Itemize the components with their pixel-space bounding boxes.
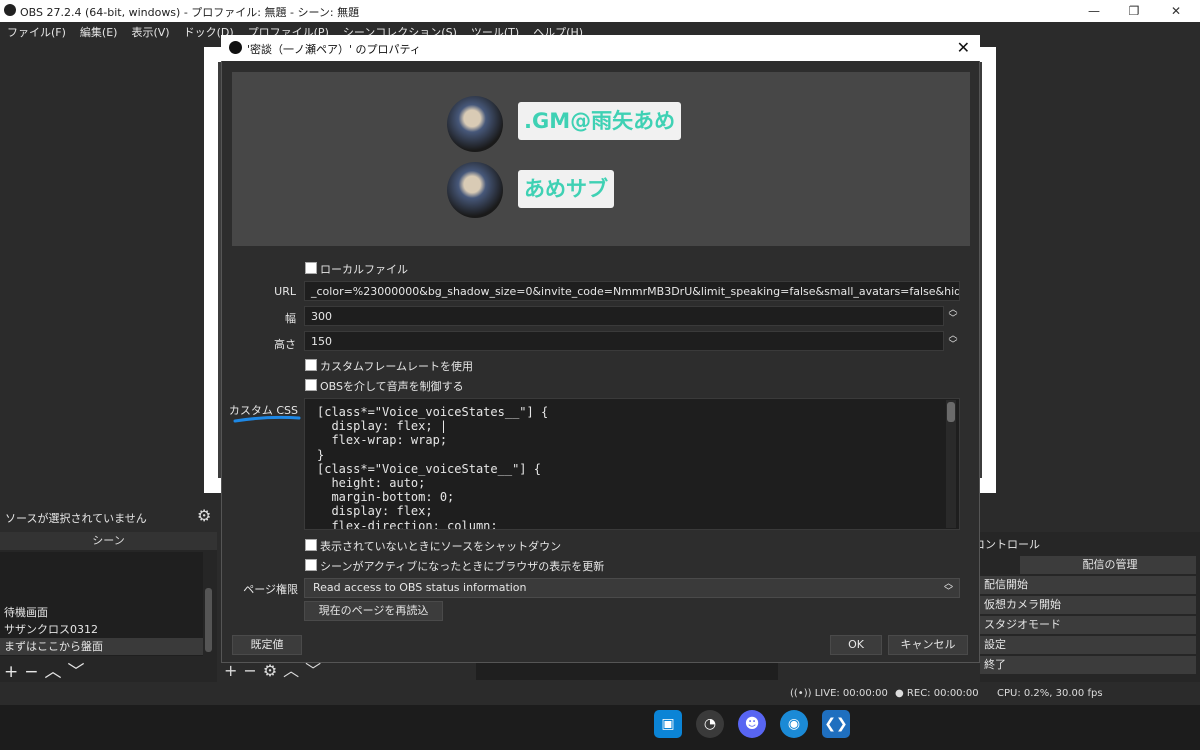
username-chip: あめサブ bbox=[518, 170, 614, 208]
window-close-button[interactable]: ✕ bbox=[1156, 2, 1196, 20]
discord-app-icon[interactable]: ☻ bbox=[738, 710, 766, 738]
no-source-label: ソースが選択されていません bbox=[5, 512, 147, 525]
studio-mode-button[interactable]: スタジオモード bbox=[980, 616, 1196, 634]
source-gear-icon[interactable]: ⚙ bbox=[263, 661, 283, 680]
scene-item[interactable]: まずはここから盤面 bbox=[0, 638, 203, 655]
scene-item[interactable]: サザンクロス0312 bbox=[0, 621, 203, 638]
edge-app-icon[interactable]: ◉ bbox=[780, 710, 808, 738]
dialog-title: '密談（一ノ瀬ペア）' のプロパティ bbox=[247, 43, 421, 56]
user-avatar bbox=[447, 96, 503, 152]
menu-edit[interactable]: 編集(E) bbox=[73, 22, 125, 40]
exit-button[interactable]: 終了 bbox=[980, 656, 1196, 674]
scenes-header: シーン bbox=[0, 532, 217, 550]
remove-source-icon[interactable]: − bbox=[243, 661, 262, 680]
cancel-button[interactable]: キャンセル bbox=[888, 635, 968, 655]
width-input[interactable]: 300 bbox=[304, 306, 944, 326]
start-virtualcam-button[interactable]: 仮想カメラ開始 bbox=[980, 596, 1196, 614]
source-toolbar: ソースが選択されていません bbox=[0, 504, 200, 528]
vscode-app-icon[interactable]: ❮❯ bbox=[822, 710, 850, 738]
controls-header: コントロール bbox=[974, 538, 1040, 551]
shutdown-checkbox[interactable] bbox=[305, 539, 317, 551]
move-down-icon[interactable]: ﹀ bbox=[68, 662, 91, 682]
taskbar bbox=[0, 705, 1200, 750]
menu-file[interactable]: ファイル(F) bbox=[0, 22, 73, 40]
height-label: 高さ bbox=[274, 338, 296, 351]
custom-fps-label: カスタムフレームレートを使用 bbox=[320, 360, 474, 373]
custom-css-text: [class*="Voice_voiceStates__"] { display… bbox=[317, 405, 549, 530]
scenes-dock: シーン 待機画面 サザンクロス0312 まずはここから盤面 +−︿﹀ bbox=[0, 532, 217, 682]
cpu-status: CPU: 0.2%, 30.00 fps bbox=[997, 688, 1103, 699]
remove-scene-icon[interactable]: − bbox=[24, 662, 44, 682]
manage-broadcast-button[interactable]: 配信の管理 bbox=[1020, 556, 1196, 574]
spin-down-icon[interactable]: ﹀ bbox=[946, 315, 960, 324]
controls-dock: コントロール 配信の管理 配信開始 仮想カメラ開始 スタジオモード 設定 終了 bbox=[974, 532, 1200, 682]
rec-time: REC: 00:00:00 bbox=[906, 688, 979, 699]
page-permission-label: ページ権限 bbox=[243, 583, 298, 596]
local-file-checkbox[interactable] bbox=[305, 262, 317, 274]
menu-view[interactable]: 表示(V) bbox=[124, 22, 176, 40]
hand-drawn-underline bbox=[233, 415, 301, 423]
minimize-button[interactable]: — bbox=[1074, 2, 1114, 20]
username-chip: .GM@雨矢あめ bbox=[518, 102, 682, 140]
app-title: OBS 27.2.4 (64-bit, windows) - プロファイル: 無… bbox=[20, 6, 360, 19]
add-scene-icon[interactable]: + bbox=[4, 662, 24, 682]
settings-button[interactable]: 設定 bbox=[980, 636, 1196, 654]
browser-source-preview: .GM@雨矢あめ あめサブ bbox=[232, 72, 970, 246]
spin-down-icon[interactable]: ﹀ bbox=[946, 341, 960, 350]
custom-css-editor[interactable]: [class*="Voice_voiceStates__"] { display… bbox=[304, 398, 960, 530]
custom-fps-checkbox[interactable] bbox=[305, 359, 317, 371]
dialog-close-button[interactable]: ✕ bbox=[957, 38, 970, 57]
local-file-label: ローカルファイル bbox=[320, 263, 408, 276]
record-icon: ● bbox=[895, 688, 904, 699]
obs-audio-label: OBSを介して音声を制御する bbox=[320, 380, 464, 393]
ok-button[interactable]: OK bbox=[830, 635, 882, 655]
height-input[interactable]: 150 bbox=[304, 331, 944, 351]
gear-icon[interactable]: ⚙ bbox=[197, 506, 211, 525]
width-label: 幅 bbox=[285, 312, 296, 325]
css-scrollbar-thumb[interactable] bbox=[947, 402, 955, 422]
status-bar: ((•)) LIVE: 00:00:00 ● REC: 00:00:00 CPU… bbox=[0, 683, 1200, 705]
source-up-icon[interactable]: ︿ bbox=[283, 661, 305, 680]
obs-app-icon[interactable]: ◔ bbox=[696, 710, 724, 738]
source-down-icon[interactable]: ﹀ bbox=[305, 661, 327, 680]
broadcast-icon: ((•)) bbox=[790, 688, 812, 699]
start-streaming-button[interactable]: 配信開始 bbox=[980, 576, 1196, 594]
refresh-label: シーンがアクティブになったときにブラウザの表示を更新 bbox=[320, 560, 605, 573]
zoom-app-icon[interactable]: ▣ bbox=[654, 710, 682, 738]
refresh-checkbox[interactable] bbox=[305, 559, 317, 571]
reload-page-button[interactable]: 現在のページを再読込 bbox=[304, 601, 443, 621]
scene-scrollbar[interactable] bbox=[205, 588, 212, 652]
app-titlebar: OBS 27.2.4 (64-bit, windows) - プロファイル: 無… bbox=[0, 0, 1200, 22]
obs-logo-icon bbox=[229, 41, 242, 54]
rec-status: ● REC: 00:00:00 bbox=[895, 688, 979, 699]
live-status: ((•)) LIVE: 00:00:00 bbox=[790, 688, 888, 699]
url-label: URL bbox=[274, 285, 296, 298]
page-permission-value: Read access to OBS status information bbox=[313, 581, 527, 594]
maximize-button[interactable]: ❐ bbox=[1114, 2, 1154, 20]
defaults-button[interactable]: 既定値 bbox=[232, 635, 302, 655]
audio-mixer-strip bbox=[476, 662, 778, 680]
page-permission-select[interactable]: Read access to OBS status information ︿ ﹀ bbox=[304, 578, 960, 598]
dialog-titlebar: '密談（一ノ瀬ペア）' のプロパティ ✕ bbox=[221, 35, 980, 61]
scene-item[interactable]: 待機画面 bbox=[0, 604, 203, 621]
obs-audio-checkbox[interactable] bbox=[305, 379, 317, 391]
add-source-icon[interactable]: + bbox=[224, 661, 243, 680]
shutdown-label: 表示されていないときにソースをシャットダウン bbox=[320, 540, 562, 553]
url-input[interactable]: _color=%23000000&bg_shadow_size=0&invite… bbox=[304, 281, 960, 301]
scene-list: 待機画面 サザンクロス0312 まずはここから盤面 bbox=[0, 552, 203, 656]
select-chevron-icon: ︿ ﹀ bbox=[943, 579, 953, 597]
live-time: LIVE: 00:00:00 bbox=[814, 688, 888, 699]
user-avatar bbox=[447, 162, 503, 218]
move-up-icon[interactable]: ︿ bbox=[45, 662, 68, 682]
obs-logo-icon bbox=[4, 4, 16, 16]
